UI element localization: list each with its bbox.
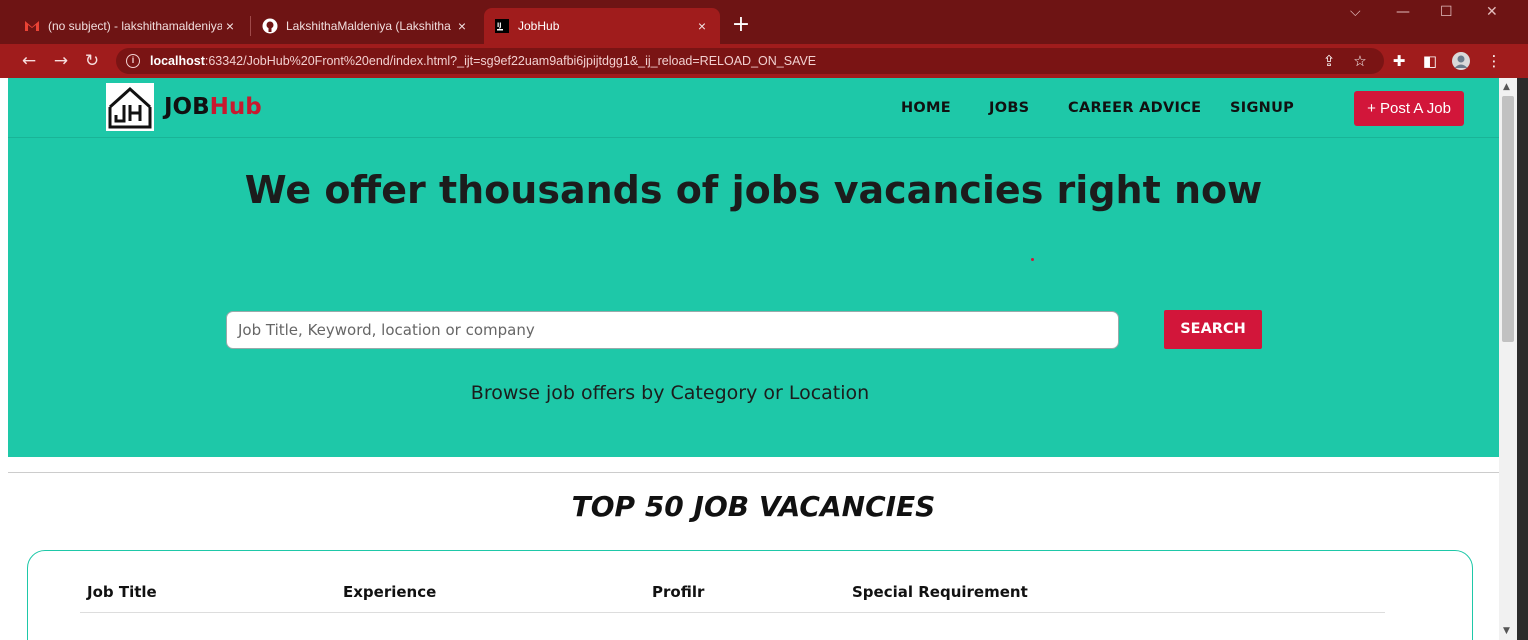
desktop-edge: [1517, 78, 1528, 640]
side-panel-icon[interactable]: ◧: [1421, 52, 1439, 70]
svg-text:IJ: IJ: [497, 22, 501, 29]
section-title: TOP 50 JOB VACANCIES: [571, 490, 936, 523]
browser-toolbar: ← → ↻ i localhost :63342/JobHub%20Front%…: [0, 44, 1528, 78]
tab-search-chevron-icon[interactable]: ⌵: [1350, 4, 1361, 20]
tab-separator: [250, 16, 251, 36]
brand-prefix: JOB: [164, 94, 210, 120]
page-viewport: JOBHub HOME JOBS CAREER ADVICE SIGNUP + …: [8, 78, 1499, 640]
brand-suffix: Hub: [209, 94, 262, 120]
menu-kebab-icon[interactable]: ⋮: [1485, 52, 1503, 70]
search-button[interactable]: SEARCH: [1164, 310, 1262, 349]
url-path: :63342/JobHub%20Front%20end/index.html?_…: [204, 54, 817, 68]
hero-title: We offer thousands of jobs vacancies rig…: [244, 168, 1263, 212]
nav-home[interactable]: HOME: [901, 100, 951, 116]
new-tab-button[interactable]: +: [728, 12, 754, 38]
close-icon[interactable]: ×: [694, 18, 710, 34]
jobhub-logo[interactable]: [106, 83, 154, 131]
profile-avatar[interactable]: [1452, 52, 1470, 70]
reload-icon[interactable]: ↻: [81, 50, 103, 72]
header-underline: [80, 612, 1385, 613]
column-header-job-title: Job Title: [87, 583, 157, 601]
column-header-special-requirement: Special Requirement: [852, 583, 1028, 601]
tab-gmail[interactable]: (no subject) - lakshithamaldeniya ×: [14, 8, 248, 44]
brand-name[interactable]: JOBHub: [164, 94, 262, 120]
back-arrow-icon[interactable]: ←: [18, 50, 40, 72]
scroll-down-icon[interactable]: ▼: [1503, 626, 1510, 636]
nav-signup[interactable]: SIGNUP: [1230, 100, 1294, 116]
github-icon: [262, 18, 278, 34]
browse-text: Browse job offers by Category or Locatio…: [470, 382, 870, 404]
tab-strip: (no subject) - lakshithamaldeniya × Laks…: [0, 0, 1528, 44]
section-divider: [8, 472, 1499, 473]
tab-title: LakshithaMaldeniya (Lakshitha M: [286, 19, 454, 33]
forward-arrow-icon[interactable]: →: [50, 50, 72, 72]
minimize-icon[interactable]: —: [1396, 4, 1410, 20]
close-icon[interactable]: ×: [222, 18, 238, 34]
page-scrollbar[interactable]: ▲ ▼: [1499, 78, 1517, 640]
address-bar[interactable]: i localhost :63342/JobHub%20Front%20end/…: [116, 48, 1384, 74]
share-icon[interactable]: ⇪: [1320, 52, 1338, 70]
decorative-dot: [1031, 258, 1034, 261]
maximize-icon[interactable]: ☐: [1440, 4, 1453, 20]
scroll-up-icon[interactable]: ▲: [1503, 82, 1510, 92]
column-header-experience: Experience: [343, 583, 437, 601]
bookmark-star-icon[interactable]: ☆: [1351, 52, 1369, 70]
gmail-icon: [24, 18, 40, 34]
tab-title: JobHub: [518, 19, 560, 33]
column-header-profile: Profilr: [652, 583, 705, 601]
intellij-icon: IJ: [494, 18, 510, 34]
scrollbar-thumb[interactable]: [1502, 96, 1514, 342]
job-table-card: Job Title Experience Profilr Special Req…: [27, 550, 1473, 640]
tab-title: (no subject) - lakshithamaldeniya: [48, 19, 222, 33]
hero-section: We offer thousands of jobs vacancies rig…: [8, 138, 1499, 457]
site-info-icon[interactable]: i: [126, 54, 140, 68]
browser-window: (no subject) - lakshithamaldeniya × Laks…: [0, 0, 1528, 640]
extensions-puzzle-icon[interactable]: ✚: [1390, 52, 1408, 70]
search-input[interactable]: Job Title, Keyword, location or company: [226, 311, 1119, 349]
tab-github[interactable]: LakshithaMaldeniya (Lakshitha M ×: [252, 8, 480, 44]
post-job-button[interactable]: + Post A Job: [1354, 91, 1464, 126]
site-header: JOBHub HOME JOBS CAREER ADVICE SIGNUP + …: [8, 78, 1499, 138]
tab-jobhub[interactable]: IJ JobHub ×: [484, 8, 720, 44]
url-host: localhost: [150, 54, 205, 68]
nav-jobs[interactable]: JOBS: [989, 100, 1029, 116]
close-icon[interactable]: ×: [454, 18, 470, 34]
window-close-icon[interactable]: ✕: [1486, 4, 1498, 20]
nav-career-advice[interactable]: CAREER ADVICE: [1068, 100, 1201, 116]
